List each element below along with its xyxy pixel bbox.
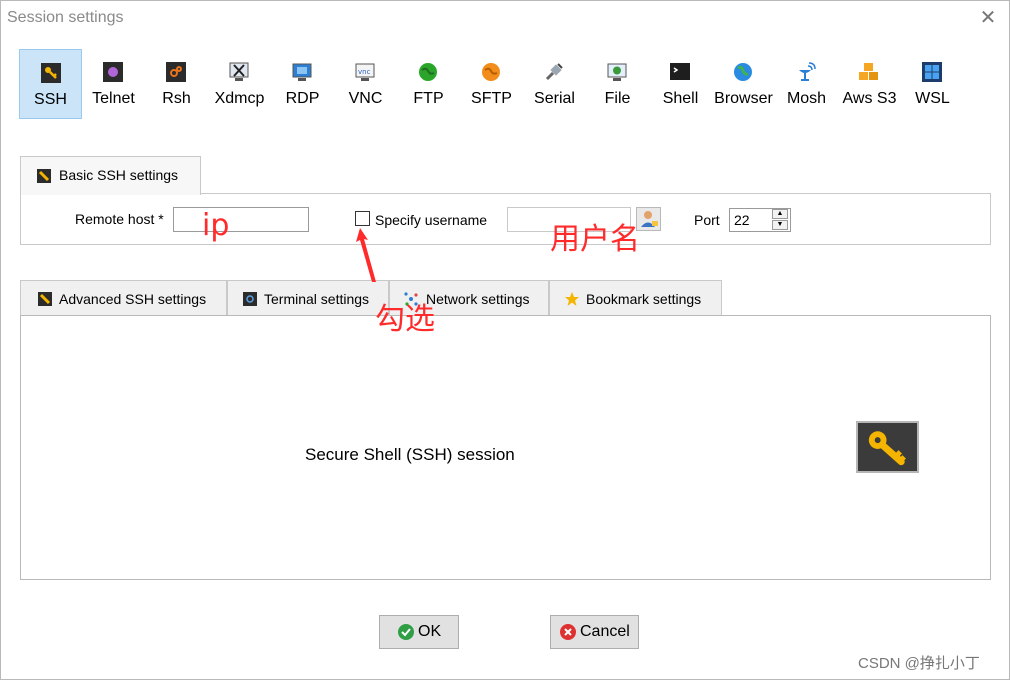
serial-plug-icon (545, 63, 563, 81)
cancel-button[interactable]: Cancel (550, 615, 639, 649)
session-type-rsh[interactable]: Rsh (145, 49, 208, 119)
port-up-button[interactable]: ▲ (772, 209, 788, 219)
session-type-label: RDP (285, 90, 320, 107)
ok-label: OK (418, 623, 442, 640)
ok-button[interactable]: OK (379, 615, 459, 649)
cancel-label: Cancel (580, 623, 630, 640)
specify-username-checkbox[interactable] (355, 211, 370, 226)
windows-logo-icon (922, 62, 942, 82)
port-label: Port (694, 212, 720, 228)
session-type-vnc[interactable]: vnc VNC (334, 49, 397, 119)
annotation-username: 用户名 (550, 222, 640, 257)
session-type-browser[interactable]: Browser (712, 49, 775, 119)
port-down-button[interactable]: ▼ (772, 220, 788, 230)
session-type-file[interactable]: File (586, 49, 649, 119)
session-type-label: Telnet (92, 90, 135, 107)
close-button[interactable]: ✕ (977, 7, 999, 29)
watermark: CSDN @挣扎小丁 (858, 655, 980, 672)
session-type-shell[interactable]: Shell (649, 49, 712, 119)
browser-globe-icon (734, 63, 752, 81)
specify-username-label: Specify username (375, 212, 488, 228)
tab-label: Bookmark settings (586, 291, 702, 307)
session-type-label: Browser (714, 90, 773, 107)
session-type-ftp[interactable]: FTP (397, 49, 460, 119)
star-icon (565, 292, 579, 306)
svg-text:vnc: vnc (358, 68, 371, 76)
tab-label: Basic SSH settings (59, 167, 179, 183)
tab-advanced-ssh-settings[interactable]: Advanced SSH settings (20, 280, 227, 316)
session-type-label: VNC (348, 90, 383, 107)
session-type-label: Serial (534, 90, 575, 107)
mosh-satellite-icon (799, 62, 816, 81)
port-spinner[interactable]: ▲ ▼ (772, 209, 789, 231)
tab-basic-ssh-settings[interactable]: Basic SSH settings (20, 156, 201, 195)
aws-cubes-icon (859, 63, 878, 80)
rsh-icon (166, 62, 186, 82)
large-key-icon (856, 421, 919, 473)
session-type-wsl[interactable]: WSL (901, 49, 964, 119)
basic-settings-panel (20, 193, 991, 245)
session-type-label: Rsh (162, 90, 191, 107)
session-type-label: SFTP (471, 90, 512, 107)
key-icon (868, 431, 906, 466)
terminal-settings-icon (243, 292, 257, 306)
window-title: Session settings (7, 9, 124, 26)
session-settings-dialog: Session settings ✕ SSH Telnet Rsh Xdmcp … (0, 0, 1010, 680)
tab-label: Terminal settings (264, 291, 370, 307)
tab-label: Advanced SSH settings (59, 291, 207, 307)
session-type-label: FTP (413, 90, 444, 107)
session-type-label: File (604, 90, 631, 107)
session-type-xdmcp[interactable]: Xdmcp (208, 49, 271, 119)
annotation-ip: ip (202, 208, 230, 243)
rdp-monitor-icon (292, 63, 312, 81)
ssh-key-icon (41, 63, 61, 83)
user-icon (641, 211, 658, 227)
file-monitor-icon (607, 63, 627, 81)
session-type-serial[interactable]: Serial (523, 49, 586, 119)
session-type-telnet[interactable]: Telnet (82, 49, 145, 119)
session-type-label: Xdmcp (214, 90, 265, 107)
session-type-aws-s3[interactable]: Aws S3 (838, 49, 901, 119)
session-type-mosh[interactable]: Mosh (775, 49, 838, 119)
session-type-label: WSL (915, 90, 950, 107)
wrench-icon (38, 292, 52, 306)
session-type-label: Shell (662, 90, 699, 107)
tab-bookmark-settings[interactable]: Bookmark settings (549, 280, 722, 316)
session-type-ssh[interactable]: SSH (19, 49, 82, 119)
session-type-sftp[interactable]: SFTP (460, 49, 523, 119)
xdmcp-icon (229, 62, 249, 81)
remote-host-input[interactable] (173, 207, 309, 232)
session-description: Secure Shell (SSH) session (305, 445, 515, 464)
remote-host-label: Remote host * (75, 211, 164, 227)
sftp-icon (482, 63, 500, 81)
annotation-check: 勾选 (375, 302, 435, 337)
session-type-label: Aws S3 (842, 90, 897, 107)
vnc-icon: vnc (355, 63, 375, 81)
session-type-label: Mosh (786, 90, 827, 107)
title-bar: Session settings ✕ (1, 1, 1009, 35)
tab-terminal-settings[interactable]: Terminal settings (227, 280, 389, 316)
session-type-rdp[interactable]: RDP (271, 49, 334, 119)
telnet-icon (103, 62, 123, 82)
cancel-x-icon (560, 624, 576, 640)
terminal-icon (670, 63, 690, 80)
tab-label: Network settings (426, 291, 530, 307)
wrench-icon (37, 169, 51, 183)
check-icon (398, 624, 414, 640)
ftp-globe-icon (419, 63, 437, 81)
annotation-arrow (356, 228, 376, 282)
session-type-label: SSH (34, 91, 67, 108)
